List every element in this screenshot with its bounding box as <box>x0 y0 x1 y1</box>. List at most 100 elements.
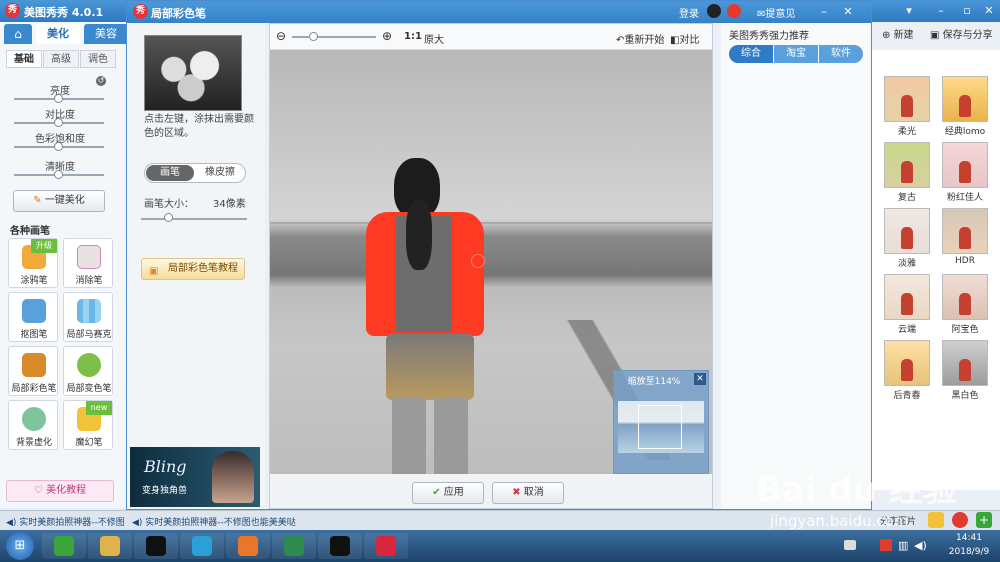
tool-recolor-brush[interactable]: 局部变色笔 <box>63 346 113 396</box>
keyboard-icon[interactable] <box>844 540 856 550</box>
taskbar-app[interactable] <box>88 533 132 559</box>
minimize-icon[interactable]: – <box>930 3 952 19</box>
shoreline <box>270 222 712 224</box>
rec-tab-software[interactable]: 软件 <box>819 45 863 63</box>
tray-app-icon[interactable] <box>880 539 892 551</box>
status-ad-1[interactable]: ◀) 实时美颜拍照神器--不修图 <box>6 515 125 528</box>
login-link[interactable]: 登录 <box>679 5 699 20</box>
taskbar-app[interactable] <box>180 533 224 559</box>
effect-thumbnail[interactable]: 经典lomo <box>942 76 988 137</box>
zoom-in-icon[interactable]: ⊕ <box>382 29 392 43</box>
media-icon <box>192 536 212 556</box>
meitu-logo-icon: 秀 <box>133 4 148 19</box>
taskbar-app[interactable] <box>364 533 408 559</box>
tool-doodle-brush[interactable]: 升级 涂鸦笔 <box>8 238 58 288</box>
effect-thumbnail[interactable]: 后青春 <box>884 340 930 401</box>
slider-knob[interactable] <box>54 170 63 179</box>
effect-preview <box>942 274 988 320</box>
star-icon[interactable] <box>928 512 944 528</box>
status-ad-2[interactable]: ◀) 实时美颜拍照神器--不修图也能美美哒 <box>132 515 296 528</box>
tool-magic-brush[interactable]: new 魔幻笔 <box>63 400 113 450</box>
new-button[interactable]: ⊕ 新建 <box>882 26 914 41</box>
slider-knob[interactable] <box>54 142 63 151</box>
tool-background-blur[interactable]: 背景虚化 <box>8 400 58 450</box>
start-button[interactable]: ⊞ <box>6 532 34 560</box>
ratio-button[interactable]: 1:1 <box>404 31 422 42</box>
clock-date[interactable]: 2018/9/9 <box>940 547 998 557</box>
maximize-icon[interactable]: ▫ <box>956 3 978 19</box>
effect-name: 云端 <box>897 325 916 335</box>
tool-cutout-brush[interactable]: 抠图笔 <box>8 292 58 342</box>
compare-button[interactable]: ◧对比 <box>670 31 699 46</box>
navigator-thumbnail[interactable] <box>618 401 704 453</box>
eraser-mode-button[interactable]: 橡皮擦 <box>195 165 245 181</box>
slider-knob[interactable] <box>54 118 63 127</box>
volume-icon[interactable]: ◀) <box>914 539 927 552</box>
feedback-link[interactable]: ✉提意见 <box>757 5 795 20</box>
ad-banner[interactable]: Bling 变身独角兽 <box>130 447 260 507</box>
tool-mosaic[interactable]: 局部马赛克 <box>63 292 113 342</box>
subtab-tone[interactable]: 调色 <box>80 50 116 68</box>
weibo-icon[interactable] <box>952 512 968 528</box>
ad-title: Bling <box>144 457 187 476</box>
rec-tab-taobao[interactable]: 淘宝 <box>774 45 818 63</box>
add-icon[interactable]: + <box>976 512 992 528</box>
clock-time[interactable]: 14:41 <box>946 533 992 543</box>
tool-label: 涂鸦笔 <box>20 276 48 286</box>
effect-thumbnail[interactable]: 云端 <box>884 274 930 335</box>
one-click-beautify-button[interactable]: ✎ 一键美化 <box>13 190 105 212</box>
home-icon[interactable]: ⌂ <box>4 24 32 44</box>
effect-thumbnail[interactable]: 阿宝色 <box>942 274 988 335</box>
close-icon[interactable]: ✕ <box>694 373 706 385</box>
network-icon[interactable]: ▥ <box>898 539 908 552</box>
taskbar-app[interactable] <box>226 533 270 559</box>
effect-thumbnail[interactable]: 淡雅 <box>884 208 930 269</box>
taskbar-app[interactable] <box>318 533 362 559</box>
brush-mode-button[interactable]: 画笔 <box>146 165 194 181</box>
qq-icon[interactable] <box>707 4 721 18</box>
speaker-icon: ◀) <box>6 518 20 528</box>
color-brush-tutorial-button[interactable]: ▣ 局部彩色笔教程 <box>141 258 245 280</box>
cancel-button[interactable]: ✖ 取消 <box>492 482 564 504</box>
brush-size-slider[interactable] <box>141 218 247 220</box>
menu-icon[interactable]: ▾ <box>898 3 920 19</box>
effect-thumbnail[interactable]: 粉红佳人 <box>942 142 988 203</box>
restart-button[interactable]: ↶重新开始 <box>616 31 664 46</box>
effect-thumbnail[interactable]: 柔光 <box>884 76 930 137</box>
close-icon[interactable]: ✕ <box>837 4 859 20</box>
close-icon[interactable]: ✕ <box>978 3 1000 19</box>
subtab-basic[interactable]: 基础 <box>6 50 42 68</box>
effect-thumbnail[interactable]: HDR <box>942 208 988 266</box>
brush-size-knob[interactable] <box>163 213 173 222</box>
weibo-icon[interactable] <box>727 4 741 18</box>
tab-beauty[interactable]: 美容 <box>84 24 128 44</box>
effect-preview <box>942 208 988 254</box>
subtab-advanced[interactable]: 高级 <box>43 50 79 68</box>
navigator-viewport[interactable] <box>638 405 682 449</box>
tool-color-brush[interactable]: 局部彩色笔 <box>8 346 58 396</box>
taskbar-app[interactable] <box>42 533 86 559</box>
effect-preview <box>884 76 930 122</box>
tutorial-icon: ♡ <box>33 485 47 496</box>
slider-knob[interactable] <box>54 94 63 103</box>
effect-thumbnail[interactable]: 复古 <box>884 142 930 203</box>
taskbar-app[interactable] <box>272 533 316 559</box>
ad-subtitle: 变身独角兽 <box>142 486 188 496</box>
navigator-zoom-text: 缩放至114% <box>627 377 681 387</box>
effect-preview <box>942 142 988 188</box>
tool-eraser-brush[interactable]: 消除笔 <box>63 238 113 288</box>
minimize-icon[interactable]: – <box>813 4 835 20</box>
color-brush-dialog: 秀 局部彩色笔 登录 ✉提意见 – ✕ 点击左键，涂抹出需要颜色的区域。 画笔 … <box>126 0 872 510</box>
taskbar-app[interactable] <box>134 533 178 559</box>
tab-beautify[interactable]: 美化 <box>36 24 80 44</box>
rec-tab-all[interactable]: 综合 <box>729 45 773 63</box>
save-share-button[interactable]: ▣ 保存与分享 <box>930 26 993 41</box>
beautify-tutorial-button[interactable]: ♡ 美化教程 <box>6 480 114 502</box>
zoom-knob[interactable] <box>309 32 318 41</box>
effect-thumbnail[interactable]: 黑白色 <box>942 340 988 401</box>
original-size-button[interactable]: 原大 <box>424 31 444 46</box>
apply-button[interactable]: ✔ 应用 <box>412 482 484 504</box>
zoom-out-icon[interactable]: ⊖ <box>276 29 286 43</box>
blur-icon <box>22 407 46 431</box>
zoom-slider[interactable] <box>292 36 376 38</box>
